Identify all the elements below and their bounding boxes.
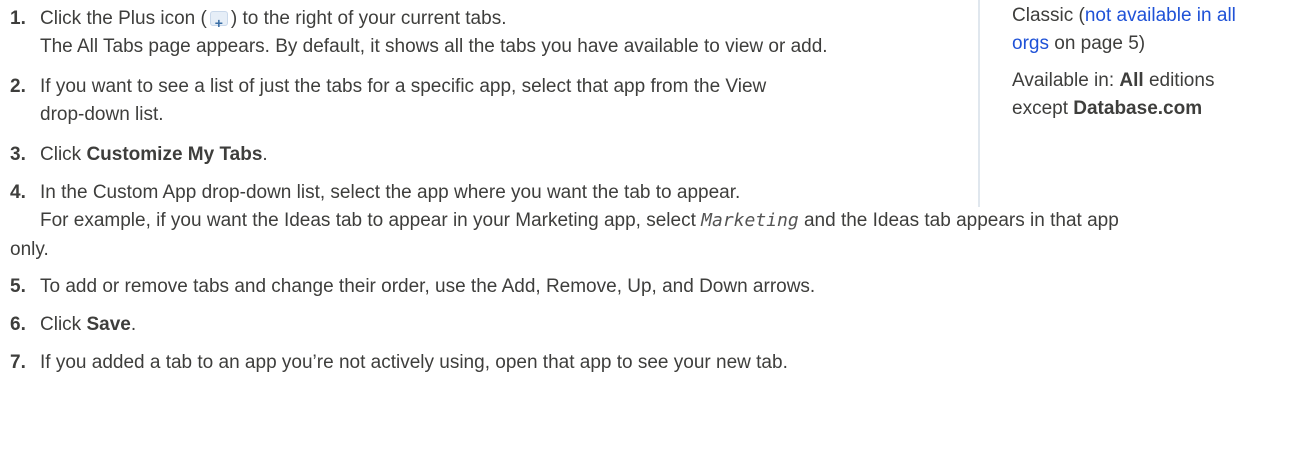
step-4: 4. In the Custom App drop-down list, sel… <box>10 179 1119 235</box>
step-7: 7. If you added a tab to an app you’re n… <box>10 349 788 377</box>
edition-sidebar: Classic (not available in all orgs on pag… <box>978 0 1310 207</box>
availability-link[interactable]: not available in all <box>1085 5 1236 26</box>
step-5: 5. To add or remove tabs and change thei… <box>10 273 815 301</box>
step-number: 4. <box>10 182 26 203</box>
classic-note: Classic (not available in all orgs on pag… <box>1012 5 1236 54</box>
step-number: 6. <box>10 314 26 335</box>
availability-link-cont[interactable]: orgs <box>1012 33 1049 54</box>
plus-icon <box>209 9 228 37</box>
step-text: drop-down list. <box>40 104 164 125</box>
step-text: Click the Plus icon ( <box>40 8 207 29</box>
step-result: The All Tabs page appears. By default, i… <box>40 36 828 57</box>
step-number: 5. <box>10 276 26 297</box>
step-text: In the Custom App drop-down list, select… <box>40 182 741 203</box>
customize-my-tabs-label: Customize My Tabs <box>86 144 263 165</box>
availability-note: Available in: All editions except Databas… <box>1012 70 1215 119</box>
step-3: 3. Click Customize My Tabs. <box>10 144 268 165</box>
step-text: If you want to see a list of just the ta… <box>40 76 767 97</box>
code-marketing: Marketing <box>701 210 799 231</box>
step-text: To add or remove tabs and change their o… <box>40 276 816 297</box>
step-2: 2. If you want to see a list of just the… <box>10 73 766 129</box>
step-number: 1. <box>10 8 26 29</box>
step-text: ) to the right of your current tabs. <box>230 8 507 29</box>
step-number: 7. <box>10 352 26 373</box>
step-4-continuation: only. <box>10 239 49 260</box>
step-6: 6. Click Save. <box>10 314 137 335</box>
step-text: If you added a tab to an app you’re not … <box>40 352 788 373</box>
step-number: 3. <box>10 144 26 165</box>
step-1: 1. Click the Plus icon ( ) to the right o… <box>10 5 828 61</box>
save-label: Save <box>86 314 131 335</box>
step-number: 2. <box>10 76 26 97</box>
